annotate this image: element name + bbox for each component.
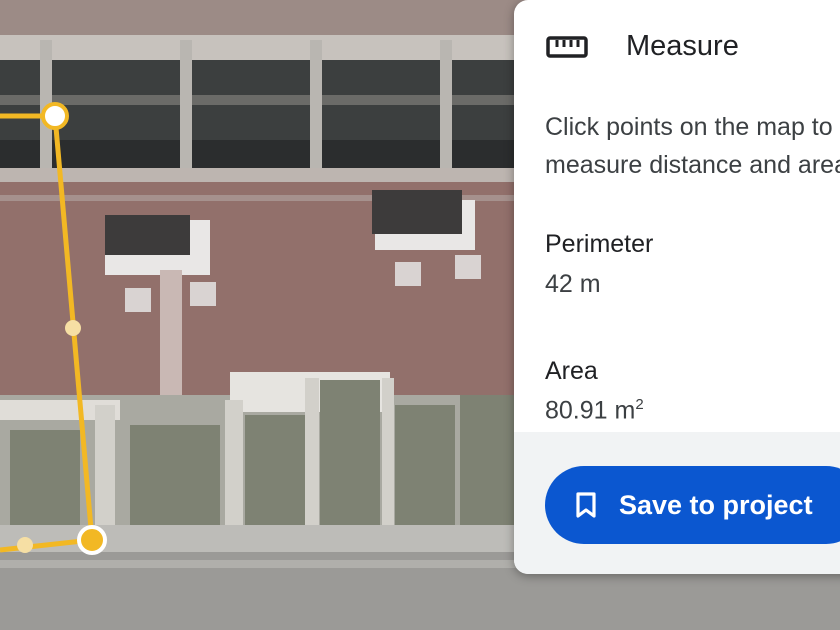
panel-title: Measure <box>626 30 739 62</box>
measure-midpoint-handle[interactable] <box>65 320 81 336</box>
area-label: Area <box>545 357 598 385</box>
measure-vertex-handle[interactable] <box>41 102 69 130</box>
save-to-project-button[interactable]: Save to project <box>545 466 840 544</box>
area-value-row: 80.91 m2 <box>545 396 644 425</box>
measure-vertex-active[interactable] <box>77 525 107 555</box>
measure-panel: Measure Click points on the map to measu… <box>514 0 840 574</box>
measure-midpoint-handle[interactable] <box>17 537 33 553</box>
measure-panel-body: Measure Click points on the map to measu… <box>514 0 840 432</box>
measure-instruction: Click points on the map to measure dista… <box>545 113 840 179</box>
area-value: 80.91 m <box>545 396 636 425</box>
save-button-label: Save to project <box>619 489 813 520</box>
area-unit-superscript: 2 <box>635 396 644 413</box>
perimeter-value: 42 m <box>545 270 601 298</box>
ruler-icon <box>546 35 588 59</box>
measure-header: Measure <box>546 30 739 63</box>
perimeter-label: Perimeter <box>545 230 654 258</box>
bookmark-icon <box>575 491 597 519</box>
